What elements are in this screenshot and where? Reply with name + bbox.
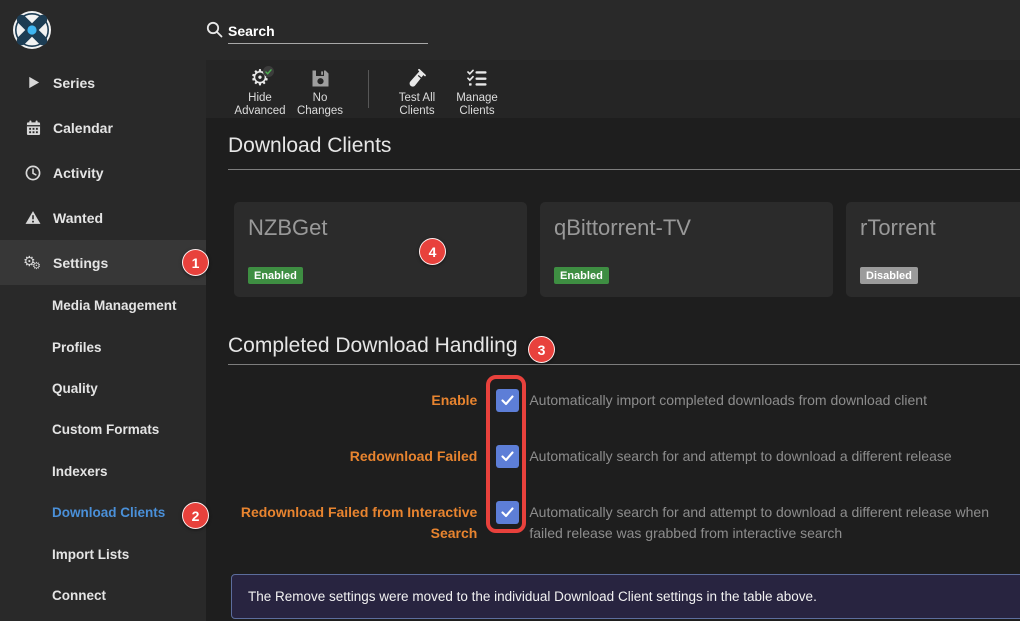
download-clients-section-title: Download Clients [228,133,1020,158]
search-field-wrap [228,18,428,44]
sidebar-item-profiles[interactable]: Profiles [0,326,206,367]
gear-check-icon: ⚙ [250,67,270,89]
floppy-save-icon [311,67,330,89]
no-changes-button[interactable]: NoChanges [290,60,350,118]
section-divider [228,169,1020,170]
sidebar-item-download-clients[interactable]: Download Clients [0,492,206,533]
sidebar-item-label: Series [53,75,95,91]
clock-icon [24,164,42,182]
enable-label: Enable [228,386,477,411]
status-badge: Disabled [860,267,918,284]
main-area: ⚙ HideAdvanced [206,60,1020,621]
sidebar: Series Calendar [0,60,206,621]
client-name: qBittorrent-TV [554,215,813,241]
sidebar-item-connect[interactable]: Connect [0,575,206,616]
download-client-cards: NZBGet Enabled qBittorrent-TV Enabled rT… [234,202,1020,297]
sidebar-item-quality[interactable]: Quality [0,368,206,409]
sidebar-item-wanted[interactable]: Wanted [0,195,206,240]
app-window: Series Calendar [0,0,1020,621]
sidebar-item-activity[interactable]: Activity [0,150,206,195]
top-header-bar [0,0,1020,60]
toolbar-divider [368,70,369,108]
gears-icon: ⚙ ⚙ [24,254,42,272]
completed-download-handling-section-title: Completed Download Handling [228,333,1020,358]
completed-download-handling-form: Enable Automatically import completed do… [228,386,1020,544]
redownload-failed-description: Automatically search for and attempt to … [529,442,1020,467]
warning-triangle-icon [24,209,42,227]
sidebar-item-indexers[interactable]: Indexers [0,451,206,492]
search-input[interactable] [228,18,428,43]
info-message-box: The Remove settings were moved to the in… [231,574,1020,619]
checkbox-check-icon [501,507,514,518]
sonarr-logo[interactable] [13,11,51,49]
redownload-failed-label: Redownload Failed [228,442,477,467]
sidebar-item-label: Settings [53,255,108,271]
client-card-rtorrent[interactable]: rTorrent Disabled [846,202,1020,297]
client-name: NZBGet [248,215,507,241]
test-all-clients-button[interactable]: Test AllClients [387,60,447,118]
redownload-failed-interactive-label: Redownload Failed from Interactive Searc… [228,498,477,544]
form-row-redownload-failed: Redownload Failed Automatically search f… [228,442,1020,468]
hide-advanced-button[interactable]: ⚙ HideAdvanced [230,60,290,118]
checkbox-check-icon [501,451,514,462]
manage-clients-button[interactable]: ManageClients [447,60,507,118]
sidebar-item-label: Wanted [53,210,103,226]
sidebar-item-series[interactable]: Series [0,60,206,105]
sidebar-item-media-management[interactable]: Media Management [0,285,206,326]
client-name: rTorrent [860,215,1020,241]
checkbox-check-icon [501,395,514,406]
enable-description: Automatically import completed downloads… [529,386,1020,411]
list-check-icon [467,67,487,89]
form-row-redownload-failed-interactive: Redownload Failed from Interactive Searc… [228,498,1020,544]
client-card-qbittorrent-tv[interactable]: qBittorrent-TV Enabled [540,202,833,297]
sidebar-item-label: Calendar [53,120,113,136]
enable-checkbox[interactable] [496,389,519,412]
calendar-icon [24,119,42,137]
sidebar-item-custom-formats[interactable]: Custom Formats [0,409,206,450]
client-card-nzbget[interactable]: NZBGet Enabled [234,202,527,297]
vial-icon [407,67,427,89]
redownload-failed-interactive-description: Automatically search for and attempt to … [529,498,1020,544]
play-icon [24,74,42,92]
sidebar-item-settings[interactable]: ⚙ ⚙ Settings [0,240,206,285]
redownload-failed-interactive-checkbox[interactable] [496,501,519,524]
section-divider [228,364,1020,365]
sidebar-item-label: Activity [53,165,104,181]
page-toolbar: ⚙ HideAdvanced [206,60,1020,118]
info-message-text: The Remove settings were moved to the in… [248,589,817,604]
status-badge: Enabled [554,267,609,284]
redownload-failed-checkbox[interactable] [496,445,519,468]
status-badge: Enabled [248,267,303,284]
form-row-enable: Enable Automatically import completed do… [228,386,1020,412]
sidebar-item-import-lists[interactable]: Import Lists [0,533,206,574]
settings-content: Download Clients NZBGet Enabled qBittorr… [206,118,1020,619]
search-icon [206,21,223,38]
sidebar-item-calendar[interactable]: Calendar [0,105,206,150]
